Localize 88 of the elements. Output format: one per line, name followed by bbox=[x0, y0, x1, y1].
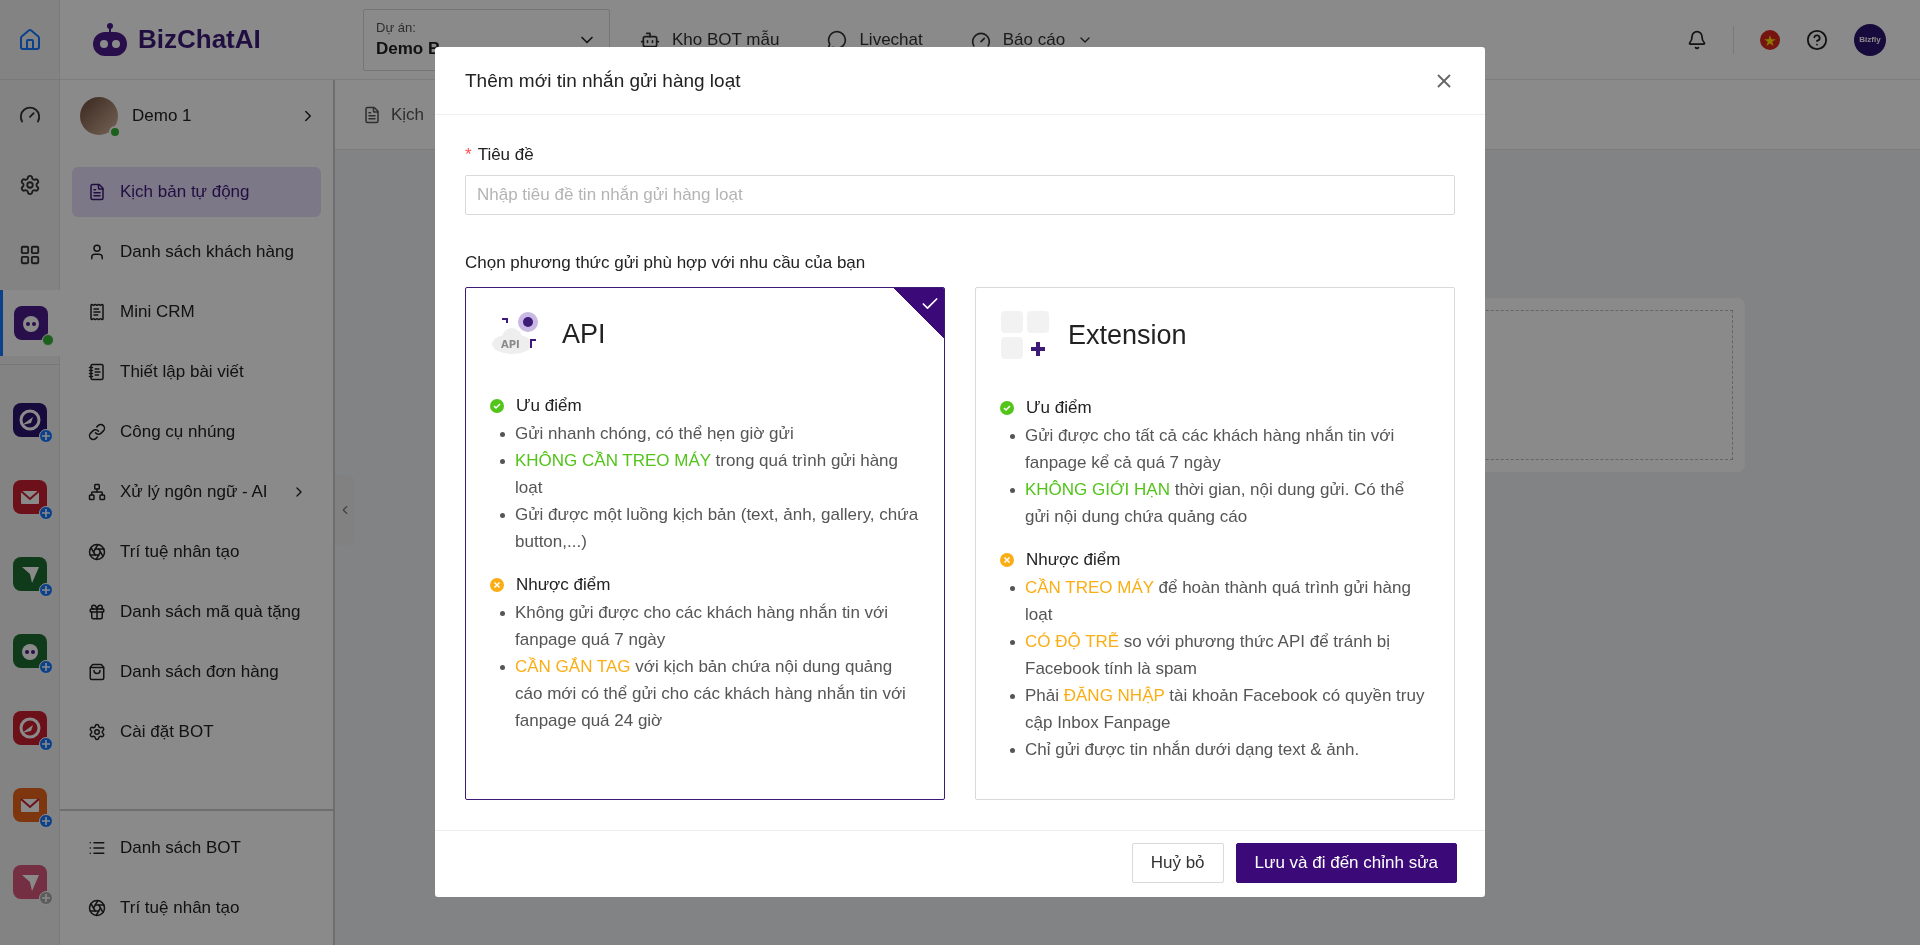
method-card[interactable] bbox=[465, 287, 945, 800]
section-heading: Ưu điểm bbox=[516, 396, 582, 416]
bullet-dot bbox=[1010, 488, 1015, 493]
cross-circle-icon bbox=[490, 578, 504, 592]
method-title: Extension bbox=[1068, 319, 1187, 351]
aperture-icon bbox=[88, 899, 106, 917]
grid-icon bbox=[18, 244, 41, 266]
check-circle-icon bbox=[1000, 401, 1014, 415]
list-icon bbox=[88, 839, 106, 857]
menu-item[interactable]: Danh sách đơn hàng bbox=[72, 647, 321, 697]
menu-item[interactable]: Danh sách mã quà tặng bbox=[72, 587, 321, 637]
app-icon bbox=[12, 710, 47, 745]
project-label: Dự án: bbox=[376, 20, 417, 35]
bullet-dot bbox=[1010, 586, 1015, 591]
menu-item[interactable]: Mini CRM bbox=[72, 287, 321, 337]
notebook-icon bbox=[88, 363, 106, 381]
bullet-text: Chỉ gửi được tin nhắn dưới dạng text & ảnh. bbox=[1025, 739, 1360, 761]
bullet-dot bbox=[500, 611, 505, 616]
extension-icon bbox=[1000, 310, 1050, 360]
help-icon[interactable] bbox=[1806, 28, 1828, 51]
bullet-text: Gửi được một luồng kịch bản (text, ảnh, gallery, chứa button,...) bbox=[515, 504, 920, 553]
title-input[interactable]: Nhập tiêu đề tin nhắn gửi hàng loạt bbox=[465, 175, 1455, 215]
bullet-dot bbox=[1010, 434, 1015, 439]
receipt-icon bbox=[88, 303, 106, 321]
robot-logo-icon bbox=[90, 22, 130, 57]
bullet-dot bbox=[500, 459, 505, 464]
bullet-dot bbox=[1010, 640, 1015, 645]
bullet-text: KHÔNG GIỚI HẠN thời gian, nội dung gửi. Có thể gửi nội dung chứa quảng cáo bbox=[1025, 479, 1406, 528]
menu-item[interactable]: Thiết lập bài viết bbox=[72, 347, 321, 397]
profile-row[interactable]: Demo 1 bbox=[60, 80, 333, 152]
app-icon bbox=[12, 402, 47, 437]
account-avatar[interactable]: Bizfly bbox=[1854, 23, 1886, 56]
app-icon bbox=[12, 787, 47, 822]
cross-circle-icon bbox=[1000, 553, 1014, 567]
brand-name: BizChatAI bbox=[138, 24, 261, 55]
settings-icon bbox=[88, 723, 106, 741]
home-icon bbox=[17, 27, 42, 52]
menu-item[interactable]: Xử lý ngôn ngữ - AI bbox=[72, 467, 321, 517]
nav-link[interactable]: Báo cáo bbox=[970, 29, 1094, 50]
menu-item[interactable]: Danh sách khách hàng bbox=[72, 227, 321, 277]
chat-icon bbox=[827, 29, 848, 50]
cancel-button[interactable]: Huỷ bỏ bbox=[1131, 843, 1224, 883]
check-circle-icon bbox=[490, 399, 504, 413]
page-tab[interactable]: Kịch bbox=[363, 104, 425, 125]
bullet-text: Phải ĐĂNG NHẬP tài khoản Facebook có quyền truy cập Inbox Fanpage bbox=[1025, 685, 1426, 734]
app-tab[interactable] bbox=[0, 290, 60, 356]
bag-icon bbox=[88, 663, 106, 681]
menu-item[interactable]: Cài đặt BOT bbox=[72, 707, 321, 757]
bullet-dot bbox=[1010, 748, 1015, 753]
bullet-text: CẦN GẮN TAG với kịch bản chứa nội dung quảng cáo mới có thể gửi cho các khách hàng nhắn tin với fanpage quá 24 giờ bbox=[515, 656, 907, 732]
bullet-dot bbox=[500, 665, 505, 670]
bullet-dot bbox=[500, 432, 505, 437]
modal-title: Thêm mới tin nhắn gửi hàng loạt bbox=[465, 69, 741, 92]
document-icon bbox=[363, 105, 381, 124]
menu-item[interactable]: Danh sách BOT bbox=[72, 823, 321, 873]
settings-icon bbox=[18, 174, 41, 196]
user-icon bbox=[88, 243, 106, 261]
collapse-handle[interactable] bbox=[335, 475, 355, 545]
aperture-icon bbox=[88, 543, 106, 561]
save-button[interactable]: Lưu và đi đến chỉnh sửa bbox=[1235, 843, 1457, 883]
method-title: API bbox=[562, 318, 606, 350]
bullet-text: Gửi nhanh chóng, có thể hẹn giờ gửi bbox=[515, 423, 794, 445]
bell-icon[interactable] bbox=[1687, 29, 1707, 50]
menu-item[interactable]: Công cụ nhúng bbox=[72, 407, 321, 457]
link-icon bbox=[88, 423, 106, 441]
section-heading: Nhược điểm bbox=[516, 575, 611, 595]
bullet-dot bbox=[1010, 694, 1015, 699]
section-heading: Ưu điểm bbox=[1026, 398, 1092, 418]
nav-link[interactable]: Kho BOT mẫu bbox=[640, 29, 780, 50]
bullet-text: KHÔNG CẦN TREO MÁY trong quá trình gửi hàng loạt bbox=[515, 450, 900, 499]
document-icon bbox=[88, 183, 106, 201]
menu-item[interactable]: Trí tuệ nhân tạo bbox=[72, 883, 321, 933]
app-icon bbox=[14, 306, 48, 340]
gift-icon bbox=[88, 603, 106, 621]
nav-link[interactable]: Livechat bbox=[827, 29, 923, 50]
network-icon bbox=[88, 483, 106, 501]
app-icon bbox=[12, 556, 47, 591]
field-label-text: Tiêu đề bbox=[477, 145, 534, 165]
method-prompt: Chọn phương thức gửi phù hợp với nhu cầu của bạn bbox=[465, 253, 867, 273]
flag-icon[interactable] bbox=[1760, 29, 1780, 50]
required-mark: * bbox=[465, 145, 472, 165]
menu-item[interactable]: Kịch bản tự động bbox=[72, 167, 321, 217]
app-icon bbox=[12, 864, 47, 899]
app-icon bbox=[12, 479, 47, 514]
bullet-dot bbox=[500, 513, 505, 518]
menu-item[interactable]: Trí tuệ nhân tạo bbox=[72, 527, 321, 577]
app-icon bbox=[12, 633, 47, 668]
section-heading: Nhược điểm bbox=[1026, 550, 1121, 570]
